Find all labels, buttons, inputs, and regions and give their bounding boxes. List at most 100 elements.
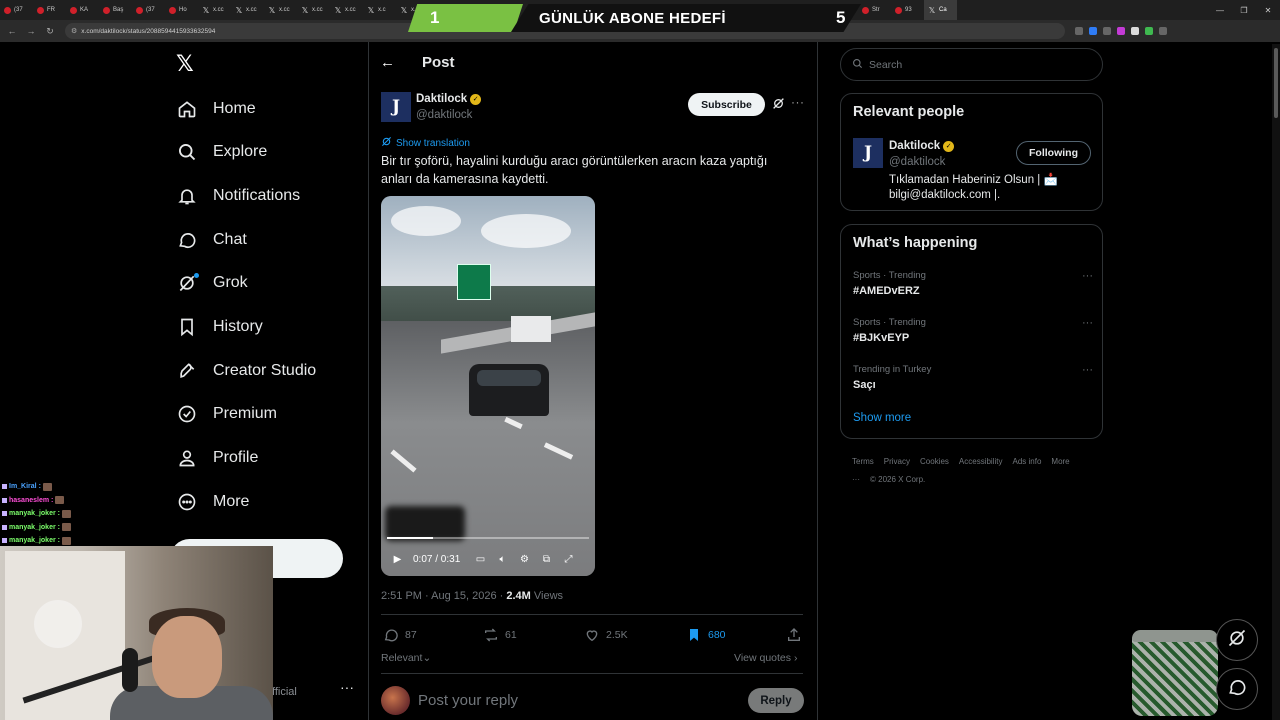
browser-tab[interactable]: FR: [33, 0, 66, 20]
extension-icon[interactable]: [1145, 27, 1153, 35]
x-logo-icon[interactable]: 𝕏: [176, 53, 198, 75]
footer-link[interactable]: Privacy: [884, 457, 910, 466]
person-name[interactable]: Daktilock ✓: [889, 140, 955, 152]
scrollbar-thumb[interactable]: [1274, 48, 1278, 118]
reply-input[interactable]: Post your reply: [418, 692, 518, 709]
home-icon: [176, 99, 197, 120]
user-avatar[interactable]: [381, 686, 410, 715]
extension-icon[interactable]: [1131, 27, 1139, 35]
author-name[interactable]: Daktilock ✓: [416, 93, 482, 105]
play-icon[interactable]: ▶: [391, 554, 404, 565]
fullscreen-icon[interactable]: ⤢: [562, 554, 575, 565]
video-progress-bar[interactable]: [387, 537, 589, 539]
volume-icon[interactable]: 🔈︎: [496, 554, 509, 565]
browser-tab[interactable]: 𝕏x.cc: [264, 0, 297, 20]
messages-float-button[interactable]: [1216, 668, 1258, 710]
browser-tab[interactable]: KA: [66, 0, 99, 20]
browser-tab[interactable]: 𝕏 Ca: [924, 0, 957, 20]
back-arrow-icon[interactable]: ←: [380, 55, 396, 71]
trend-more-icon[interactable]: ···: [1082, 317, 1093, 329]
page-scrollbar[interactable]: [1272, 44, 1280, 720]
grok-explain-icon[interactable]: [772, 97, 785, 110]
account-menu-icon[interactable]: ···: [340, 679, 354, 695]
search-input[interactable]: Search: [840, 48, 1103, 81]
chat-message: Im_Kiral :: [2, 480, 122, 494]
footer-link[interactable]: Cookies: [920, 457, 949, 466]
extension-icon[interactable]: [1117, 27, 1125, 35]
browser-tab[interactable]: (37: [0, 0, 33, 20]
sidebar-item-more[interactable]: More: [176, 488, 249, 516]
person-handle[interactable]: @daktilock: [889, 156, 945, 168]
browser-tab[interactable]: (37: [132, 0, 165, 20]
sidebar-item-grok[interactable]: Grok: [176, 269, 248, 297]
extensions-row: [1075, 27, 1167, 35]
grok-float-button[interactable]: [1216, 619, 1258, 661]
reload-icon[interactable]: ↻: [43, 24, 57, 38]
extension-icon[interactable]: [1103, 27, 1111, 35]
sidebar-item-profile[interactable]: Profile: [176, 444, 258, 472]
author-avatar[interactable]: J: [381, 92, 411, 122]
browser-tab[interactable]: 𝕏x.cc: [297, 0, 330, 20]
person-avatar[interactable]: J: [853, 138, 883, 168]
trend-item[interactable]: Trending in Turkey Saçı ···: [853, 364, 1093, 391]
chat-badge-icon: [2, 484, 7, 490]
video-player[interactable]: ▶ 0:07 / 0:31 ▭ 🔈︎ ⚙ ⧉ ⤢: [381, 196, 595, 576]
author-name-text: Daktilock: [416, 93, 468, 105]
minimize-icon[interactable]: —: [1208, 0, 1232, 20]
sidebar-item-history[interactable]: History: [176, 313, 263, 341]
restore-icon[interactable]: ❐: [1232, 0, 1256, 20]
share-action[interactable]: [786, 627, 802, 643]
author-handle[interactable]: @daktilock: [416, 109, 472, 121]
trend-item[interactable]: Sports · Trending #BJKvEYP ···: [853, 317, 1093, 344]
whats-happening-title: What’s happening: [853, 235, 978, 251]
sidebar-item-notifications[interactable]: Notifications: [176, 182, 300, 210]
forward-nav-icon[interactable]: →: [24, 24, 38, 38]
site-info-icon[interactable]: ⚙: [71, 27, 77, 35]
post-time: 2:51 PM · Aug 15, 2026 ·: [381, 590, 507, 602]
footer-link[interactable]: Accessibility: [959, 457, 1003, 466]
extension-icon[interactable]: [1075, 27, 1083, 35]
reply-button[interactable]: Reply: [748, 688, 804, 713]
video-frame-cloud: [391, 206, 461, 236]
reply-action[interactable]: 87: [383, 627, 417, 643]
trend-item[interactable]: Sports · Trending #AMEDvERZ ···: [853, 270, 1093, 297]
sidebar-item-creator-studio[interactable]: Creator Studio: [176, 357, 316, 385]
browser-tab[interactable]: 𝕏x.cc: [231, 0, 264, 20]
bookmark-action[interactable]: 680: [686, 627, 726, 643]
captions-icon[interactable]: ▭: [474, 554, 487, 565]
browser-tab[interactable]: 93: [891, 0, 924, 20]
view-quotes-link[interactable]: View quotes ›: [734, 652, 797, 664]
close-window-icon[interactable]: ✕: [1256, 0, 1280, 20]
trend-more-icon[interactable]: ···: [1082, 364, 1093, 376]
browser-tab[interactable]: 𝕏x.c: [363, 0, 396, 20]
subscribe-button[interactable]: Subscribe: [688, 93, 765, 116]
footer-link[interactable]: Ads info: [1013, 457, 1042, 466]
browser-tab-label: x.cc: [279, 7, 290, 13]
sidebar-item-chat[interactable]: Chat: [176, 226, 247, 254]
reply-sort-dropdown[interactable]: Relevant⌄: [381, 652, 431, 664]
pip-icon[interactable]: ⧉: [540, 554, 553, 565]
following-button[interactable]: Following: [1016, 141, 1091, 165]
trend-meta: Sports · Trending: [853, 270, 926, 281]
sidebar-item-explore[interactable]: Explore: [176, 138, 267, 166]
extension-icon[interactable]: [1159, 27, 1167, 35]
post-more-icon[interactable]: ···: [791, 95, 805, 109]
sidebar-item-home[interactable]: Home: [176, 95, 256, 123]
footer-link[interactable]: © 2026 X Corp.: [870, 475, 925, 484]
show-translation-link[interactable]: Show translation: [381, 136, 470, 150]
browser-tab[interactable]: 𝕏x.cc: [330, 0, 363, 20]
footer-link[interactable]: Terms: [852, 457, 874, 466]
settings-gear-icon[interactable]: ⚙: [518, 554, 531, 565]
back-nav-icon[interactable]: ←: [5, 24, 19, 38]
browser-tab[interactable]: Baş: [99, 0, 132, 20]
browser-tab-label: FR: [47, 7, 55, 13]
browser-tab[interactable]: Ho: [165, 0, 198, 20]
browser-tab[interactable]: 𝕏x.cc: [198, 0, 231, 20]
sidebar-item-premium[interactable]: Premium: [176, 400, 277, 428]
like-action[interactable]: 2.5K: [584, 627, 628, 643]
show-more-link[interactable]: Show more: [853, 412, 911, 424]
trend-more-icon[interactable]: ···: [1082, 270, 1093, 282]
repost-action[interactable]: 61: [483, 627, 517, 643]
extension-icon[interactable]: [1089, 27, 1097, 35]
browser-tab-label: 93: [905, 7, 912, 13]
